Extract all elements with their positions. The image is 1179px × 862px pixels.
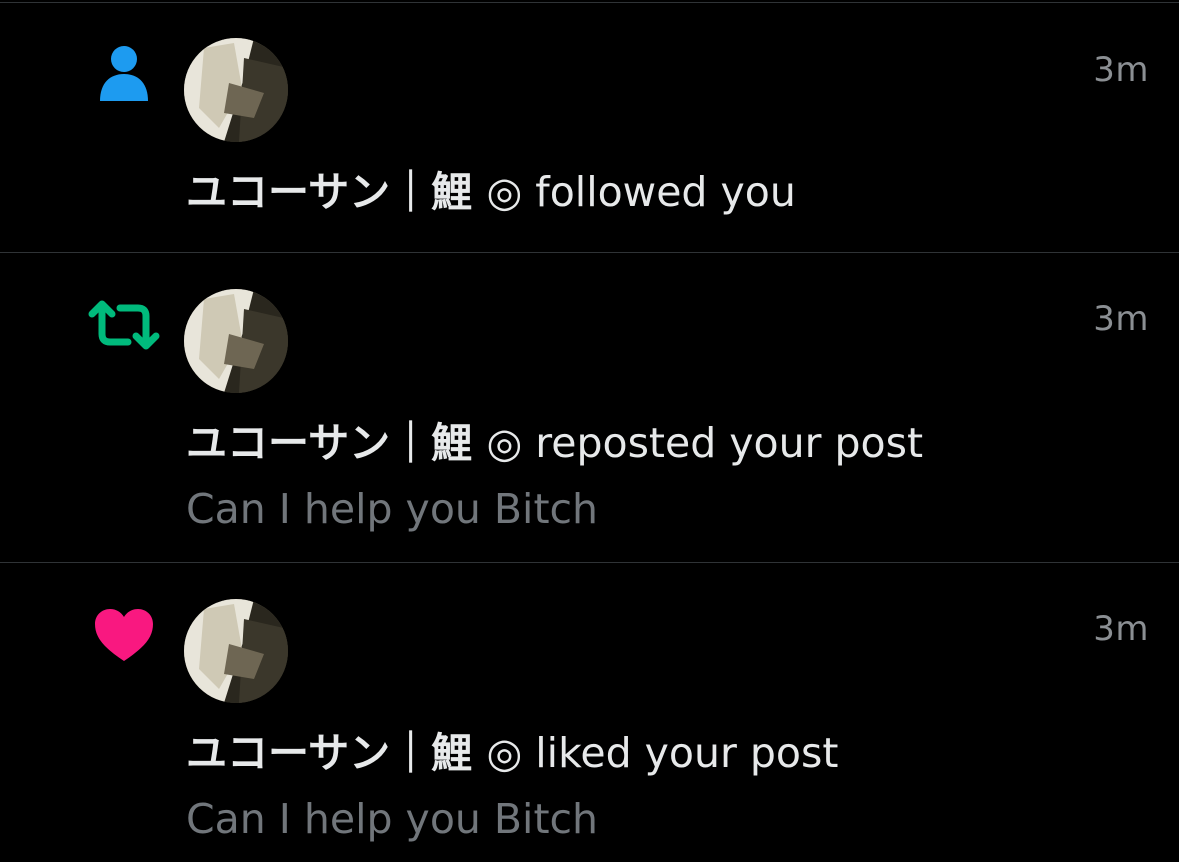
action-text: followed you (535, 168, 796, 216)
post-snippet[interactable]: Can I help you Bitch (186, 796, 598, 842)
user-display-name[interactable]: ユコーサン｜鯉 ◎ (186, 168, 522, 216)
repost-icon (88, 295, 160, 355)
person-icon (88, 42, 160, 102)
heart-icon (88, 605, 160, 665)
avatar[interactable] (184, 289, 288, 393)
notification-like[interactable]: 3m ユコーサン｜鯉 ◎ liked your post Can I help … (0, 563, 1179, 862)
action-text: reposted your post (535, 419, 924, 467)
post-snippet[interactable]: Can I help you Bitch (186, 486, 598, 532)
avatar[interactable] (184, 599, 288, 703)
notification-text: ユコーサン｜鯉 ◎ reposted your post (186, 419, 924, 467)
avatar[interactable] (184, 38, 288, 142)
action-text: liked your post (535, 729, 839, 777)
notification-text: ユコーサン｜鯉 ◎ liked your post (186, 729, 839, 777)
timestamp: 3m (1093, 50, 1149, 90)
user-display-name[interactable]: ユコーサン｜鯉 ◎ (186, 729, 522, 777)
user-display-name[interactable]: ユコーサン｜鯉 ◎ (186, 419, 522, 467)
notifications-feed: 3m ユコーサン｜鯉 ◎ followed you 3m ユコーサン｜鯉 ◎ r… (0, 0, 1179, 862)
notification-follow[interactable]: 3m ユコーサン｜鯉 ◎ followed you (0, 0, 1179, 252)
notification-repost[interactable]: 3m ユコーサン｜鯉 ◎ reposted your post Can I he… (0, 253, 1179, 562)
notification-text: ユコーサン｜鯉 ◎ followed you (186, 168, 796, 216)
timestamp: 3m (1093, 609, 1149, 649)
timestamp: 3m (1093, 299, 1149, 339)
